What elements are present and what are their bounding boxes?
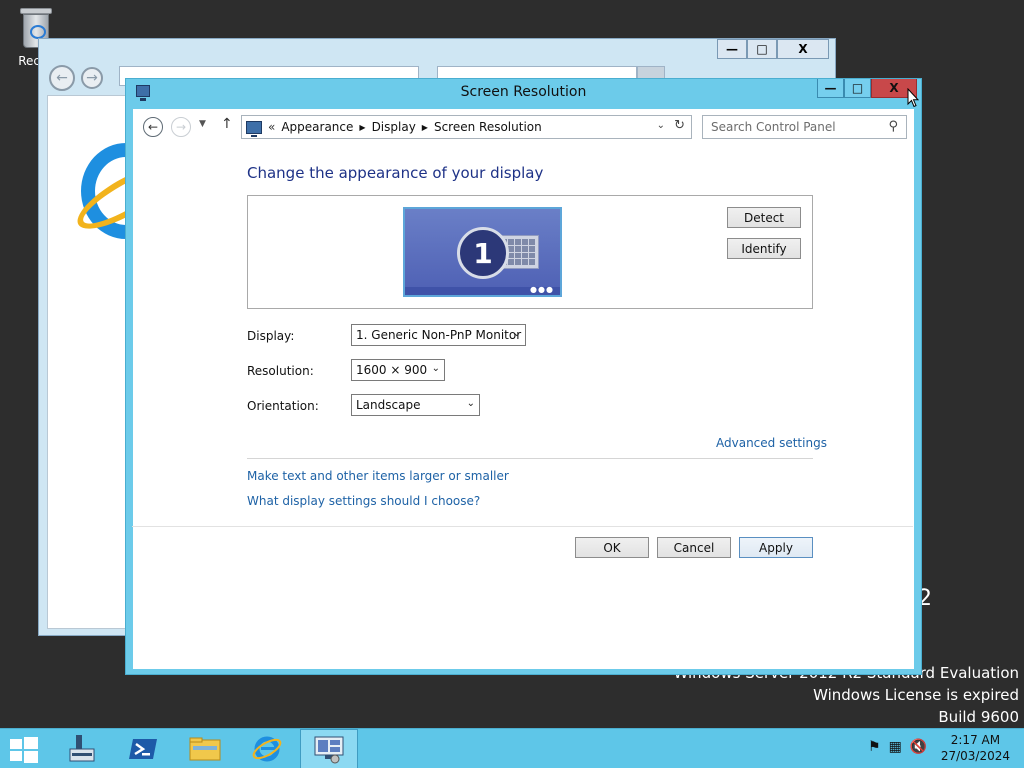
ie-window-controls: — □ X xyxy=(717,39,829,59)
window-title: Screen Resolution xyxy=(460,84,587,100)
advanced-settings-link[interactable]: Advanced settings xyxy=(716,436,827,450)
taskbar: ⚑ ▦ 🔇 2:17 AM 27/03/2024 xyxy=(0,728,1024,768)
resolution-label: Resolution: xyxy=(247,364,314,378)
content-panel: Change the appearance of your display 1 … xyxy=(132,108,913,668)
watermark-license: Windows License is expired xyxy=(813,686,1019,704)
powershell-icon xyxy=(129,739,157,759)
volume-muted-icon[interactable]: 🔇 xyxy=(910,739,927,755)
flag-icon[interactable]: ⚑ xyxy=(868,739,881,755)
display-select[interactable]: 1. Generic Non-PnP Monitor ⌄ xyxy=(351,324,526,346)
folder-icon xyxy=(189,737,221,761)
ie-close-button[interactable]: X xyxy=(777,39,829,59)
identify-button[interactable]: Identify xyxy=(727,238,801,259)
resolution-select[interactable]: 1600 × 900 ⌄ xyxy=(351,359,445,381)
text-size-link[interactable]: Make text and other items larger or smal… xyxy=(247,469,509,483)
apply-button[interactable]: Apply xyxy=(739,537,813,558)
ie-back-button[interactable]: ← xyxy=(49,65,75,91)
chevron-down-icon: ⌄ xyxy=(512,328,521,339)
window-controls: — □ X xyxy=(817,79,917,98)
ie-nav-buttons: ← → xyxy=(49,65,103,91)
taskbar-powershell[interactable] xyxy=(114,729,172,768)
minimize-button[interactable]: — xyxy=(817,79,844,98)
display-settings-icon xyxy=(314,736,344,764)
taskbar-clock[interactable]: 2:17 AM 27/03/2024 xyxy=(941,732,1010,764)
orientation-label: Orientation: xyxy=(247,399,319,413)
clock-date: 27/03/2024 xyxy=(940,749,1010,763)
chevron-down-icon: ⌄ xyxy=(466,398,475,409)
ie-forward-button[interactable]: → xyxy=(81,67,103,89)
title-bar[interactable]: Screen Resolution — □ X xyxy=(126,79,921,109)
internet-explorer-icon xyxy=(252,736,282,762)
monitor-number: 1 xyxy=(457,227,509,279)
taskbar-internet-explorer[interactable] xyxy=(238,729,296,768)
footer-divider xyxy=(132,526,913,527)
taskbar-server-manager[interactable] xyxy=(54,729,112,768)
display-label: Display: xyxy=(247,329,295,343)
server-manager-icon xyxy=(69,735,95,762)
page-heading: Change the appearance of your display xyxy=(247,164,544,182)
resolution-value: 1600 × 900 xyxy=(356,363,428,377)
orientation-select[interactable]: Landscape ⌄ xyxy=(351,394,480,416)
display-value: 1. Generic Non-PnP Monitor xyxy=(356,328,522,342)
monitor-1-icon[interactable]: 1 ●●● xyxy=(403,207,562,297)
clock-time: 2:17 AM xyxy=(950,733,1001,747)
monitor-dots: ●●● xyxy=(530,285,554,294)
help-link[interactable]: What display settings should I choose? xyxy=(247,494,480,508)
chevron-down-icon: ⌄ xyxy=(431,363,440,374)
maximize-button[interactable]: □ xyxy=(844,79,871,98)
ie-maximize-button[interactable]: □ xyxy=(747,39,777,59)
network-icon[interactable]: ▦ xyxy=(889,739,902,755)
mouse-cursor-icon xyxy=(907,88,919,108)
watermark-build: Build 9600 xyxy=(938,708,1019,726)
detect-button[interactable]: Detect xyxy=(727,207,801,228)
taskbar-file-explorer[interactable] xyxy=(176,729,234,768)
display-preview: 1 ●●● Detect Identify xyxy=(247,195,813,309)
ok-button[interactable]: OK xyxy=(575,537,649,558)
cancel-button[interactable]: Cancel xyxy=(657,537,731,558)
system-tray: ⚑ ▦ 🔇 xyxy=(868,739,927,755)
ie-minimize-button[interactable]: — xyxy=(717,39,747,59)
orientation-value: Landscape xyxy=(356,398,421,412)
divider xyxy=(247,458,813,459)
start-button[interactable] xyxy=(0,729,52,768)
taskbar-control-panel[interactable] xyxy=(300,729,358,768)
windows-logo-icon xyxy=(10,737,38,763)
